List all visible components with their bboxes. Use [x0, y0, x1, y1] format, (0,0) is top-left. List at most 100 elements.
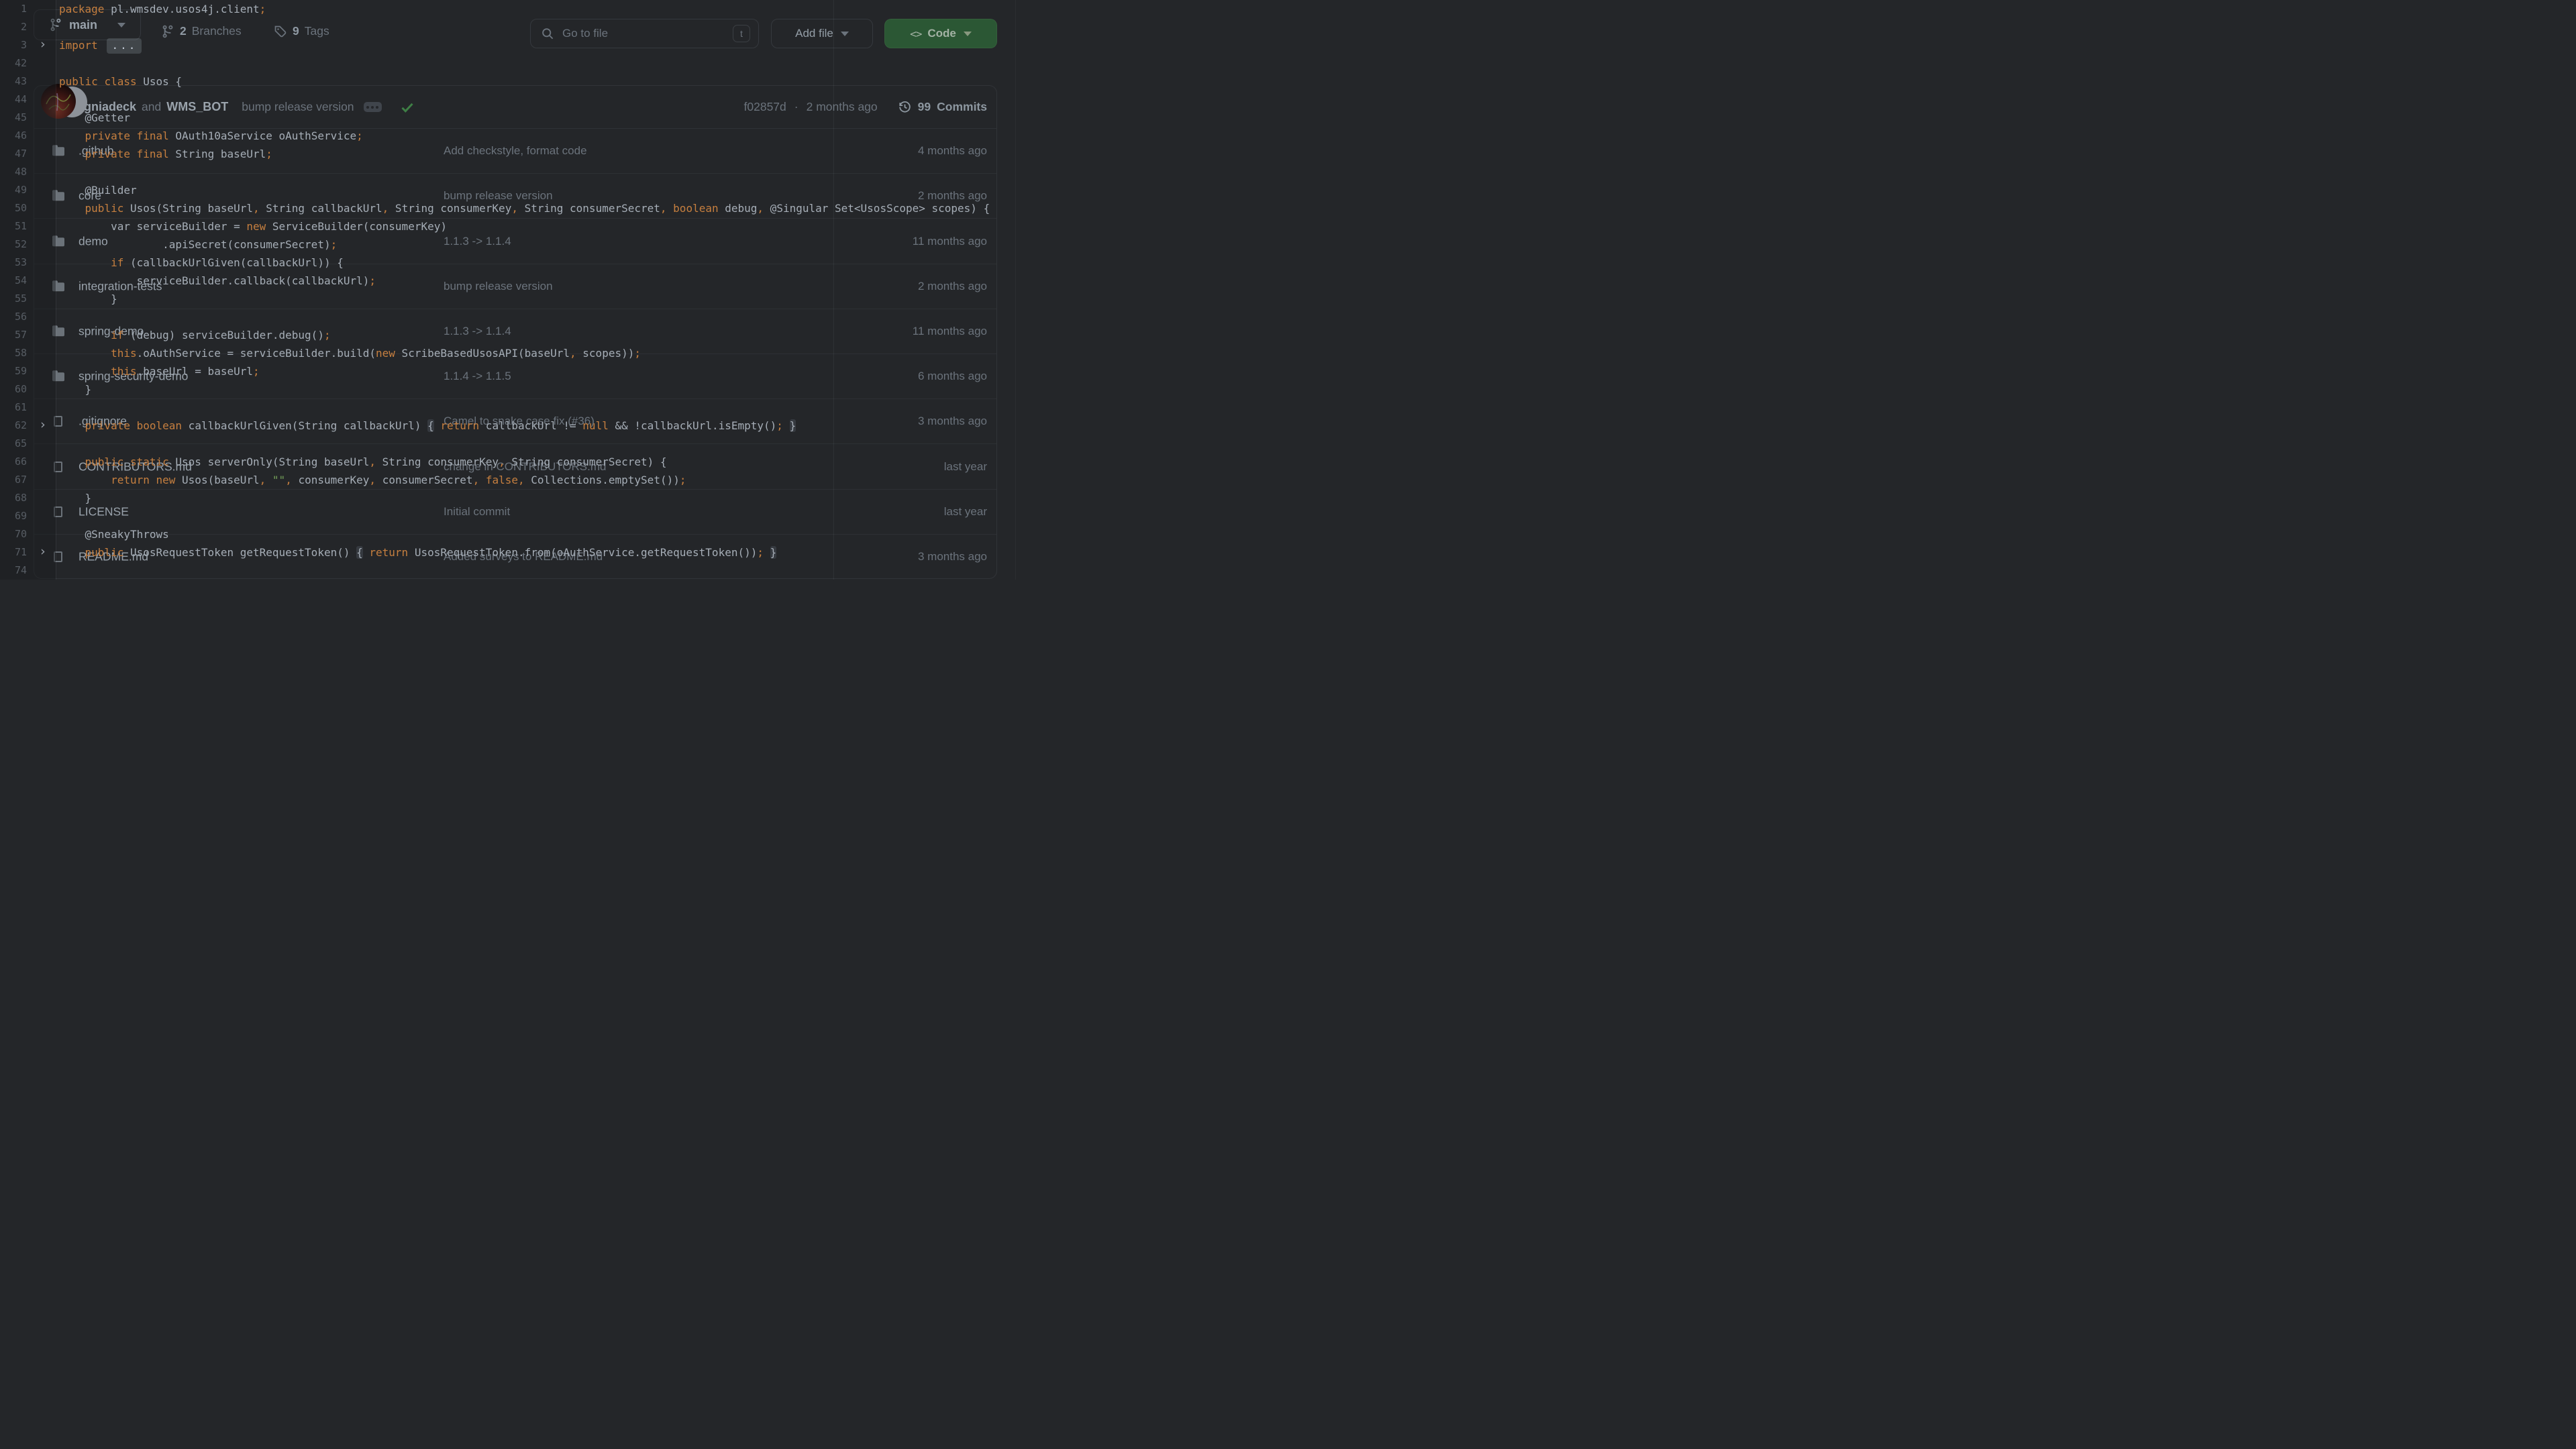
code-token: callbackUrlGiven(String callbackUrl)	[182, 419, 427, 432]
code-token: static	[130, 455, 169, 468]
code-token: ;	[324, 329, 331, 341]
code-line-content: public class Usos {	[59, 72, 182, 91]
code-token: (debug) serviceBuilder.debug()	[123, 329, 324, 341]
code-line: 65	[0, 435, 1031, 453]
code-token: .apiSecret(consumerSecret)	[59, 238, 331, 251]
folded-code-badge[interactable]: ...	[107, 38, 142, 54]
line-number[interactable]: 43	[0, 72, 27, 91]
code-token: ,	[369, 474, 376, 486]
code-token: pl.wmsdev.usos4j.client	[104, 3, 259, 15]
code-line: 68 }	[0, 489, 1031, 507]
line-number[interactable]: 53	[0, 254, 27, 272]
code-token	[130, 148, 137, 160]
line-number[interactable]: 62	[0, 417, 27, 435]
code-line: 48	[0, 163, 1031, 181]
code-token: ;	[331, 238, 338, 251]
line-number[interactable]: 54	[0, 272, 27, 290]
fold-arrow-icon[interactable]: ›	[39, 36, 46, 54]
code-line-content: .apiSecret(consumerSecret);	[59, 235, 337, 254]
code-token: null	[582, 419, 609, 432]
line-number[interactable]: 50	[0, 199, 27, 217]
code-line-content: @Builder	[59, 181, 137, 199]
code-token	[59, 365, 111, 378]
code-token: ,	[369, 455, 376, 468]
code-token: scopes))	[576, 347, 635, 360]
code-lines: 1package pl.wmsdev.usos4j.client;23›impo…	[0, 0, 1031, 580]
code-token: ,	[285, 474, 292, 486]
line-number[interactable]: 2	[0, 18, 27, 36]
code-token: @Getter	[59, 111, 130, 124]
line-number[interactable]: 60	[0, 380, 27, 398]
line-number[interactable]: 3	[0, 36, 27, 54]
code-token: ,	[382, 202, 389, 215]
code-token: .oAuthService = serviceBuilder.build(	[137, 347, 376, 360]
code-token: return	[111, 474, 150, 486]
code-line-content: public UsosRequestToken getRequestToken(…	[59, 543, 776, 561]
line-number[interactable]: 57	[0, 326, 27, 344]
code-token: ,	[660, 202, 667, 215]
code-line: 53 if (callbackUrlGiven(callbackUrl)) {	[0, 254, 1031, 272]
line-number[interactable]: 47	[0, 145, 27, 163]
line-number[interactable]: 61	[0, 398, 27, 417]
line-number[interactable]: 49	[0, 181, 27, 199]
code-token: consumerKey	[292, 474, 370, 486]
code-token: Usos serverOnly(String baseUrl	[169, 455, 370, 468]
code-token: class	[104, 75, 136, 88]
line-number[interactable]: 1	[0, 0, 27, 18]
line-number[interactable]: 52	[0, 235, 27, 254]
line-number[interactable]: 70	[0, 525, 27, 543]
line-number[interactable]: 44	[0, 91, 27, 109]
code-line: 57 if (debug) serviceBuilder.debug();	[0, 326, 1031, 344]
code-token: String consumerSecret) {	[505, 455, 667, 468]
code-line-content: }	[59, 489, 91, 507]
code-token: String consumerKey	[376, 455, 499, 468]
line-number[interactable]: 67	[0, 471, 27, 489]
line-number[interactable]: 48	[0, 163, 27, 181]
code-token: consumerSecret	[376, 474, 473, 486]
line-number[interactable]: 74	[0, 561, 27, 580]
line-number[interactable]: 66	[0, 453, 27, 471]
code-token: this	[111, 365, 137, 378]
line-number[interactable]: 42	[0, 54, 27, 72]
code-line: 51 var serviceBuilder = new ServiceBuild…	[0, 217, 1031, 235]
line-number[interactable]: 51	[0, 217, 27, 235]
line-number[interactable]: 69	[0, 507, 27, 525]
code-token: OAuth10aService oAuthService	[169, 129, 356, 142]
code-token: var serviceBuilder =	[59, 220, 246, 233]
code-token: public	[85, 455, 124, 468]
fold-arrow-icon[interactable]: ›	[39, 416, 46, 434]
line-number[interactable]: 71	[0, 543, 27, 561]
code-token: ;	[253, 365, 260, 378]
line-number[interactable]: 65	[0, 435, 27, 453]
code-token	[59, 329, 111, 341]
code-line: 47 private final String baseUrl;	[0, 145, 1031, 163]
code-token: debug	[719, 202, 758, 215]
code-token	[59, 419, 85, 432]
line-number[interactable]: 45	[0, 109, 27, 127]
code-token: new	[156, 474, 176, 486]
code-token: final	[137, 129, 169, 142]
code-token	[59, 202, 85, 215]
code-token: ;	[369, 274, 376, 287]
code-token: public	[85, 202, 124, 215]
code-token: }	[59, 383, 91, 396]
code-line: 67 return new Usos(baseUrl, "", consumer…	[0, 471, 1031, 489]
code-line: 74	[0, 561, 1031, 580]
line-number[interactable]: 59	[0, 362, 27, 380]
code-token: }	[59, 292, 117, 305]
code-token: {	[427, 419, 434, 432]
code-token	[130, 419, 137, 432]
code-token: Usos {	[137, 75, 182, 88]
line-number[interactable]: 68	[0, 489, 27, 507]
line-number[interactable]: 56	[0, 308, 27, 326]
code-token: String baseUrl	[169, 148, 266, 160]
line-number[interactable]: 58	[0, 344, 27, 362]
fold-arrow-icon[interactable]: ›	[39, 543, 46, 561]
line-number[interactable]: 46	[0, 127, 27, 145]
code-token	[764, 546, 770, 559]
code-token: new	[246, 220, 266, 233]
code-token: ""	[272, 474, 285, 486]
line-number[interactable]: 55	[0, 290, 27, 308]
code-token	[363, 546, 370, 559]
code-line: 46 private final OAuth10aService oAuthSe…	[0, 127, 1031, 145]
